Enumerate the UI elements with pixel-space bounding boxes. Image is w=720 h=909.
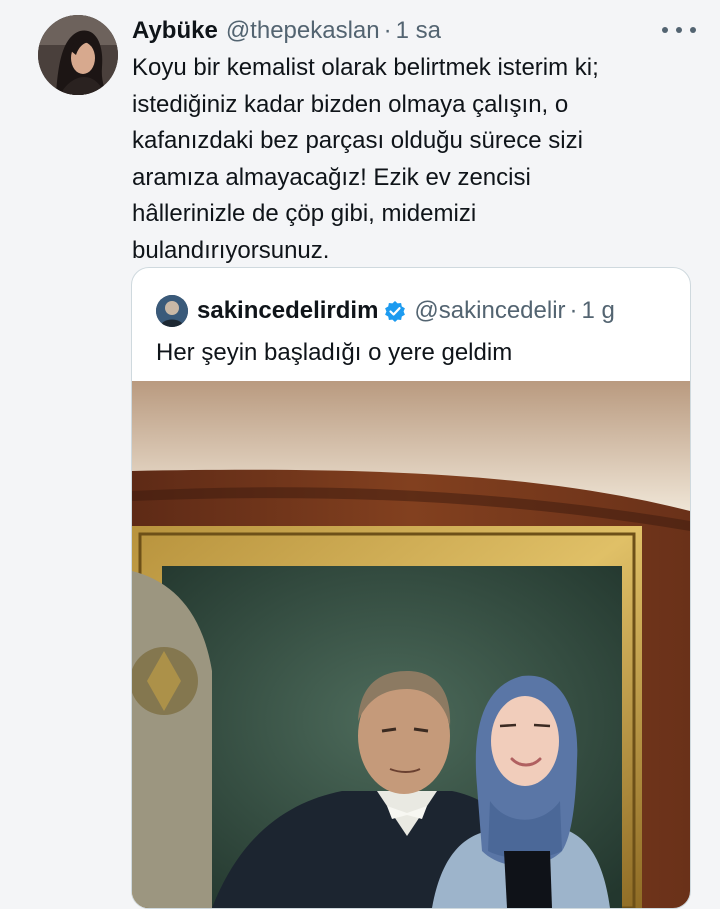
header-separator: ·: [383, 17, 392, 44]
quoted-tweet-text: Her şeyin başladığı o yere geldim: [156, 339, 513, 366]
tweet-text-line: hâllerinizle de çöp gibi, midemizi: [132, 200, 477, 227]
tweet-header: Aybüke @thepekaslan · 1 sa: [132, 14, 441, 48]
quoted-tweet[interactable]: sakincedelirdim @sakincedelir · 1 g Her …: [131, 267, 691, 909]
tweet-text-line: istediğiniz kadar bizden olmaya çalışın,…: [132, 90, 569, 118]
author-avatar[interactable]: [38, 15, 118, 95]
quoted-tweet-photo[interactable]: [132, 381, 690, 908]
tweet-text-line: aramıza almayacağız! Ezik ev zencisi: [132, 163, 531, 191]
quoted-author-name[interactable]: sakincedelirdim: [197, 297, 378, 325]
verified-badge-icon: [384, 300, 406, 322]
tweet-text-line: bulandırıyorsunuz.: [132, 236, 330, 264]
quoted-timestamp[interactable]: 1 g: [582, 297, 615, 325]
quoted-header-separator: ·: [569, 297, 578, 324]
tweet-timestamp[interactable]: 1 sa: [396, 17, 441, 45]
more-dots-icon[interactable]: [662, 20, 696, 40]
author-handle[interactable]: @thepekaslan: [226, 17, 380, 45]
tweet-text-line: kafanızdaki bez parçası olduğu sürece si…: [132, 127, 583, 154]
author-name[interactable]: Aybüke: [132, 17, 218, 45]
quoted-author-handle[interactable]: @sakincedelir: [414, 297, 565, 325]
tweet-text: Koyu bir kemalist olarak belirtmek ister…: [132, 50, 692, 269]
tweet[interactable]: Aybüke @thepekaslan · 1 sa Koyu bir kema…: [0, 0, 720, 909]
quoted-tweet-header: sakincedelirdim @sakincedelir · 1 g: [156, 294, 615, 328]
quoted-author-avatar[interactable]: [156, 295, 188, 327]
tweet-text-line: Koyu bir kemalist olarak belirtmek ister…: [132, 54, 599, 81]
